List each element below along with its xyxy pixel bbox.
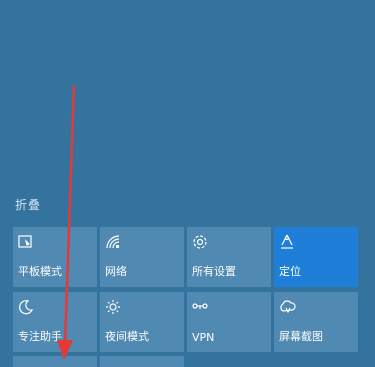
tile-label: 平板模式 — [18, 265, 62, 278]
moon-icon — [19, 300, 34, 315]
screen-snip-icon — [280, 300, 296, 314]
tile-label: 网络 — [105, 265, 127, 278]
partial-tile[interactable] — [13, 356, 97, 367]
brightness-icon — [106, 300, 120, 314]
tile-label: 所有设置 — [192, 265, 236, 278]
network-tile[interactable]: 网络 — [100, 227, 184, 287]
tile-label: 屏幕截图 — [279, 330, 323, 343]
night-light-tile[interactable]: 夜间模式 — [100, 292, 184, 352]
network-icon — [106, 235, 120, 249]
settings-gear-icon — [193, 235, 207, 249]
tile-label: 定位 — [279, 265, 301, 278]
all-settings-tile[interactable]: 所有设置 — [187, 227, 271, 287]
focus-assist-tile[interactable]: 专注助手 — [13, 292, 97, 352]
screen-snip-tile[interactable]: 屏幕截图 — [274, 292, 358, 352]
tile-label: 专注助手 — [18, 330, 62, 343]
vpn-tile[interactable]: VPN — [187, 292, 271, 352]
location-icon — [281, 234, 293, 249]
location-tile[interactable]: 定位 — [274, 227, 358, 287]
vpn-icon — [192, 303, 208, 309]
tile-label: 夜间模式 — [105, 330, 149, 343]
tablet-mode-icon — [18, 235, 32, 248]
collapse-link[interactable]: 折叠 — [15, 196, 41, 213]
action-center-panel: 折叠 平板模式 网络 所有设置 定位 专注助手 夜间模式 VPN 屏幕截图 — [0, 0, 375, 367]
partial-tile[interactable] — [100, 356, 184, 367]
tablet-mode-tile[interactable]: 平板模式 — [13, 227, 97, 287]
tile-label: VPN — [192, 331, 215, 344]
